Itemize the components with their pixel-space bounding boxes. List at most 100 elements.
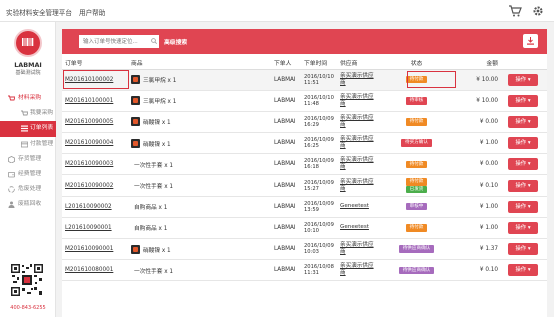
product-name: 硝酸镍 x 1 xyxy=(143,141,171,148)
barcode-icon xyxy=(22,38,34,46)
col-header-product: 商品 xyxy=(128,57,271,70)
table-row[interactable]: M201610080001 一次性手套 x 1 LABMAI 2016/10/08 11… xyxy=(62,259,547,282)
sidebar-item-payment[interactable]: 付款管理 xyxy=(0,137,56,152)
order-user: LABMAI xyxy=(274,161,296,168)
order-number-link[interactable]: M201610080001 xyxy=(65,267,113,273)
table-row[interactable]: M201610090002 一次性手套 x 1 LABMAI 2016/10/09 15… xyxy=(62,174,547,197)
product-name: 自购商品 x 1 xyxy=(134,226,168,233)
recycle-icon xyxy=(8,186,15,193)
actions-dropdown-button[interactable]: 操作 ▾ xyxy=(508,94,538,107)
qr-code-image xyxy=(10,263,44,297)
order-number-link[interactable]: M201610090005 xyxy=(65,119,113,125)
order-amount: ¥ 0.00 xyxy=(479,118,498,125)
product-cell: 三氯甲烷 x 1 xyxy=(131,96,271,106)
sidebar-item-inventory[interactable]: 存货管理 xyxy=(0,152,56,167)
status-badge: 待买方确认 xyxy=(401,139,432,147)
order-user: LABMAI xyxy=(274,203,296,210)
actions-dropdown-button[interactable]: 操作 ▾ xyxy=(508,264,538,277)
supplier-link-cont[interactable]: 商 xyxy=(340,186,346,192)
col-header-time: 下单时间 xyxy=(301,57,337,70)
supplier-link-cont[interactable]: 商 xyxy=(340,143,346,149)
order-number-link[interactable]: M201610090004 xyxy=(65,140,113,146)
sidebar-item-bottle-recycle[interactable]: 废瓶回收 xyxy=(0,197,56,212)
status-badge: 待付款 xyxy=(405,224,428,232)
actions-dropdown-button[interactable]: 操作 ▾ xyxy=(508,137,538,150)
gear-icon[interactable] xyxy=(532,5,544,17)
supplier-link-cont[interactable]: 商 xyxy=(340,101,346,107)
advanced-search-link[interactable]: 高级搜索 xyxy=(164,37,187,46)
sidebar-item-buy[interactable]: 我要采购 xyxy=(0,106,56,121)
table-row[interactable]: M201610090003 一次性手套 x 1 LABMAI 2016/10/09 16… xyxy=(62,153,547,176)
actions-dropdown-button[interactable]: 操作 ▾ xyxy=(508,243,538,256)
sidebar-item-label: 存货管理 xyxy=(18,155,42,162)
order-user: LABMAI xyxy=(274,118,296,125)
product-cell: 一次性手套 x 1 xyxy=(131,266,271,275)
sidebar-item-hazardous-waste[interactable]: 危废处理 xyxy=(0,182,56,197)
platform-title[interactable]: 实验材料安全管理平台 xyxy=(6,7,72,17)
actions-dropdown-button[interactable]: 操作 ▾ xyxy=(508,221,538,234)
sidebar-nav: 材料采购 我要采购 订单列表 付款管理 存货管理 经费管理 危废处理 废瓶回收 xyxy=(0,91,56,213)
table-row[interactable]: M201610090005 硝酸镍 x 1 LABMAI 2016/10/09 16:2… xyxy=(62,111,547,134)
sidebar-item-label: 材料采购 xyxy=(18,95,42,101)
supplier-link[interactable]: 亲买演示供应 xyxy=(340,136,374,142)
table-row[interactable]: M201610090001 硝酸镍 x 1 LABMAI 2016/10/09 10:0… xyxy=(62,238,547,261)
actions-dropdown-button[interactable]: 操作 ▾ xyxy=(508,200,538,213)
order-time: 16:25 xyxy=(304,143,319,150)
table-row[interactable]: M201610100002 三氯甲烷 x 1 LABMAI 2016/10/10 11:… xyxy=(62,69,547,91)
supplier-link[interactable]: 亲买演示供应 xyxy=(340,242,374,248)
supplier-link[interactable]: 亲买演示供应 xyxy=(340,179,374,185)
card-icon xyxy=(21,141,28,147)
sidebar-item-material-purchase[interactable]: 材料采购 xyxy=(0,91,56,106)
order-number-link[interactable]: M201610090001 xyxy=(65,246,113,252)
product-name: 一次性手套 x 1 xyxy=(134,268,174,275)
order-number-link[interactable]: M201610090002 xyxy=(65,183,113,189)
order-number-link[interactable]: M201610090003 xyxy=(65,161,113,167)
sidebar-item-funds[interactable]: 经费管理 xyxy=(0,167,56,182)
sidebar-item-label: 危废处理 xyxy=(18,186,42,193)
actions-label: 操作 xyxy=(515,118,527,125)
order-amount: ¥ 1.00 xyxy=(479,224,498,231)
order-time: 11:51 xyxy=(304,79,319,86)
cart-icon[interactable] xyxy=(508,5,522,17)
supplier-link[interactable]: 亲买演示供应 xyxy=(340,94,374,100)
order-number-link[interactable]: L201610090002 xyxy=(65,204,112,210)
order-number-link[interactable]: M201610100001 xyxy=(65,98,113,104)
col-header-supplier: 供应商 xyxy=(337,57,389,70)
search-bar: 高级搜索 xyxy=(62,29,547,54)
supplier-link[interactable]: 亲买演示供应 xyxy=(340,115,374,121)
table-row[interactable]: L201610090002 自购商品 x 1 LABMAI 2016/10/09 13:… xyxy=(62,196,547,218)
order-search-input[interactable] xyxy=(79,35,159,48)
order-number-link[interactable]: L201610090001 xyxy=(65,225,112,231)
search-icon[interactable] xyxy=(151,38,157,44)
help-link[interactable]: 用户帮助 xyxy=(79,7,105,17)
table-row[interactable]: M201610090004 硝酸镍 x 1 LABMAI 2016/10/09 16:2… xyxy=(62,132,547,155)
box-icon xyxy=(8,155,15,163)
order-user: LABMAI xyxy=(274,246,296,253)
order-list-panel: 高级搜索 订单号 商品 下单人 下单时间 供应商 状态 金额 M20161010… xyxy=(62,29,547,317)
actions-label: 操作 xyxy=(515,224,527,231)
supplier-link[interactable]: 亲买演示供应 xyxy=(340,157,374,163)
supplier-link[interactable]: Geneetest xyxy=(340,224,369,230)
actions-dropdown-button[interactable]: 操作 ▾ xyxy=(508,73,538,86)
actions-dropdown-button[interactable]: 操作 ▾ xyxy=(508,158,538,171)
supplier-link[interactable]: Geneetest xyxy=(340,203,369,209)
supplier-link-cont[interactable]: 商 xyxy=(340,270,346,276)
supplier-link[interactable]: 亲买演示供应 xyxy=(340,73,374,79)
order-table: 订单号 商品 下单人 下单时间 供应商 状态 金额 M201610100002 三… xyxy=(62,57,547,282)
cart-icon xyxy=(21,110,28,116)
actions-dropdown-button[interactable]: 操作 ▾ xyxy=(508,115,538,128)
export-button[interactable] xyxy=(523,34,538,48)
order-time: 11:48 xyxy=(304,100,319,107)
sidebar-item-label: 付款管理 xyxy=(30,140,54,147)
download-icon xyxy=(527,37,534,45)
supplier-link-cont[interactable]: 商 xyxy=(340,164,346,170)
actions-label: 操作 xyxy=(515,97,527,104)
supplier-link[interactable]: 亲买演示供应 xyxy=(340,263,374,269)
actions-dropdown-button[interactable]: 操作 ▾ xyxy=(508,179,538,192)
supplier-link-cont[interactable]: 商 xyxy=(340,122,346,128)
supplier-link-cont[interactable]: 商 xyxy=(340,249,346,255)
sidebar-item-order-list[interactable]: 订单列表 xyxy=(0,121,56,137)
table-row[interactable]: M201610100001 三氯甲烷 x 1 LABMAI 2016/10/10 11:… xyxy=(62,90,547,112)
supplier-link-cont[interactable]: 商 xyxy=(340,80,346,86)
table-row[interactable]: L201610090001 自购商品 x 1 LABMAI 2016/10/09 10:… xyxy=(62,217,547,240)
